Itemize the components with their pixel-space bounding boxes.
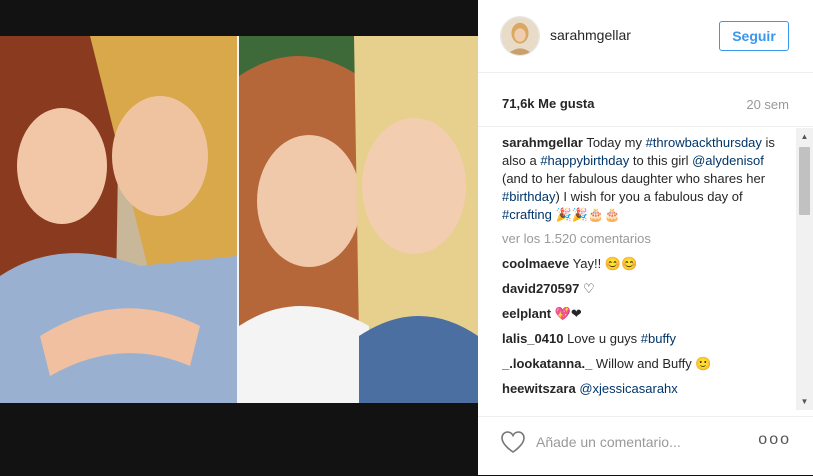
scroll-up-arrow-icon[interactable]: ▲: [796, 128, 813, 145]
caption-text: to this girl: [629, 153, 693, 168]
post-age[interactable]: 20 sem: [746, 97, 789, 112]
username-link[interactable]: sarahmgellar: [550, 27, 631, 43]
heart-icon[interactable]: [500, 430, 526, 454]
comment-text: Love u guys: [563, 331, 641, 346]
hashtag-link[interactable]: #throwbackthursday: [646, 135, 762, 150]
scroll-down-arrow-icon[interactable]: ▼: [796, 393, 813, 410]
comment-text: ♡: [579, 281, 595, 296]
throwback-photo: [0, 36, 237, 403]
caption-author[interactable]: sarahmgellar: [502, 135, 583, 150]
more-options-icon[interactable]: ooo: [758, 431, 791, 449]
follow-button[interactable]: Seguir: [719, 21, 789, 51]
comment-author[interactable]: heewitszara: [502, 381, 576, 396]
comment-item: _.lookatanna._ Willow and Buffy 🙂: [502, 355, 792, 380]
recent-photo: [239, 36, 478, 403]
comment-text: 💖❤: [551, 306, 582, 321]
post-header: sarahmgellar Seguir: [478, 0, 813, 73]
comment-author[interactable]: lalis_0410: [502, 331, 563, 346]
comment-item: coolmaeve Yay!! 😊😊: [502, 255, 792, 280]
hashtag-link[interactable]: #buffy: [641, 331, 676, 346]
hashtag-link[interactable]: #crafting: [502, 207, 552, 222]
caption-text: 🎉🎉🎂🎂: [551, 207, 621, 222]
comment-author[interactable]: _.lookatanna._: [502, 356, 592, 371]
comment-item: david270597 ♡: [502, 280, 792, 305]
hashtag-link[interactable]: #happybirthday: [540, 153, 629, 168]
comment-item: heewitszara @xjessicasarahx: [502, 380, 792, 405]
mention-link[interactable]: @xjessicasarahx: [579, 381, 677, 396]
comment-input[interactable]: [536, 431, 746, 453]
view-all-comments-link[interactable]: ver los 1.520 comentarios: [502, 230, 792, 248]
post-media[interactable]: [0, 0, 478, 475]
comment-item: lalis_0410 Love u guys #buffy: [502, 330, 792, 355]
comment-text: Yay!! 😊😊: [569, 256, 638, 271]
post-footer: ooo: [478, 416, 813, 476]
scroll-thumb[interactable]: [799, 147, 810, 215]
comment-author[interactable]: eelplant: [502, 306, 551, 321]
comment-text: Willow and Buffy 🙂: [592, 356, 712, 371]
likes-count[interactable]: 71,6k Me gusta: [502, 96, 595, 111]
caption-text: ) I wish for you a fabulous day of: [555, 189, 743, 204]
avatar[interactable]: [500, 16, 540, 56]
mention-link[interactable]: @alydenisof: [692, 153, 764, 168]
hashtag-link[interactable]: #birthday: [502, 189, 555, 204]
comment-author[interactable]: david270597: [502, 281, 579, 296]
comments-scrollbar[interactable]: ▲ ▼: [796, 128, 813, 410]
comment-author[interactable]: coolmaeve: [502, 256, 569, 271]
caption-text: Today my: [582, 135, 646, 150]
post-stats: 71,6k Me gusta 20 sem: [478, 72, 813, 127]
comment-item: eelplant 💖❤: [502, 305, 792, 330]
post-details-panel: sarahmgellar Seguir 71,6k Me gusta 20 se…: [478, 0, 813, 475]
caption-text: (and to her fabulous daughter who shares…: [502, 171, 766, 186]
caption: sarahmgellar Today my #throwbackthursday…: [502, 134, 792, 224]
comments-list[interactable]: sarahmgellar Today my #throwbackthursday…: [502, 134, 792, 409]
